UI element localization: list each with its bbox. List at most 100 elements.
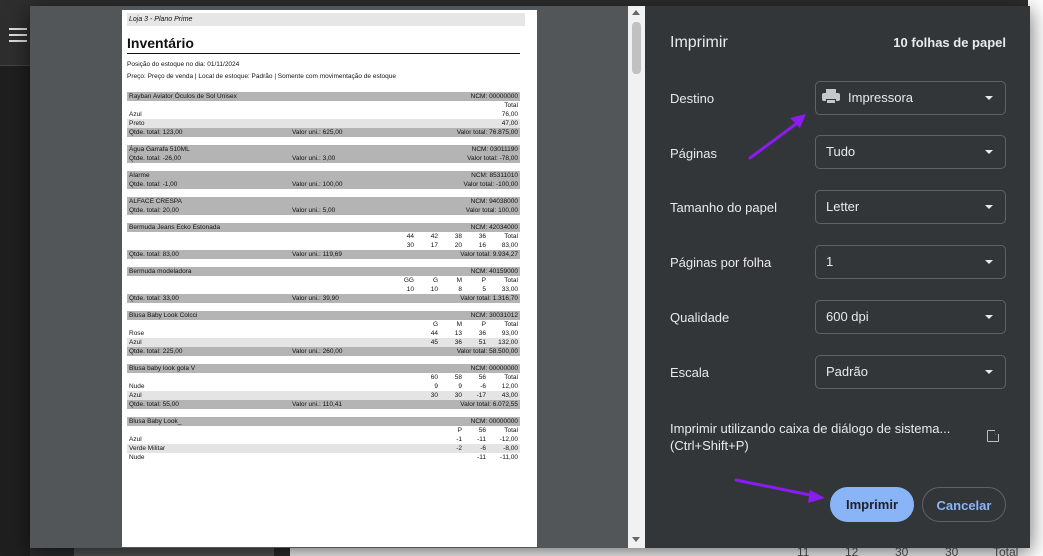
cell-value: 36: [478, 330, 486, 337]
scroll-thumb[interactable]: [632, 22, 641, 74]
row-cells: 30 30 -17 43,00: [414, 391, 518, 400]
report-title: Inventário: [127, 35, 194, 51]
inventory-item: Alarme NCM: 85311010 Qtde. total: -1,00 Val…: [127, 171, 520, 189]
cell-value: 16: [478, 242, 486, 249]
item-footer: Qtde. total: 33,00 Valor uni.: 39,90 Valor…: [127, 294, 520, 303]
total-header: Total: [504, 374, 518, 381]
value-total: Valor total: -78,00: [467, 155, 518, 162]
size-columns: Total: [486, 101, 518, 110]
inventory-item: Água Garrafa 510ML NCM: 03011190 Qtde. tot…: [127, 145, 520, 163]
unit-value: Valor uni.: 100,00: [292, 181, 343, 188]
qty-total: Qtde. total: 123,00: [129, 129, 183, 136]
cell-value: [438, 453, 462, 462]
item-footer: Qtde. total: -1,00 Valor uni.: 100,00 Valo…: [127, 180, 520, 189]
color-label: Nude: [129, 383, 145, 390]
paper-size-select[interactable]: Letter: [815, 190, 1006, 224]
row-cells: 9 9 -6 12,00: [414, 382, 518, 391]
destination-select[interactable]: Impressora: [815, 81, 1006, 115]
cell-value: 17: [430, 242, 438, 249]
size-label: G: [432, 277, 438, 284]
sheet-count: 10 folhas de papel: [893, 35, 1006, 50]
item-header: Blusa Baby Look_ NCM: 00000000: [127, 417, 520, 426]
item-footer: Qtde. total: 83,00 Valor uni.: 119,69 Valo…: [127, 250, 520, 259]
item-footer: Qtde. total: -26,00 Valor uni.: 3,00 Valor…: [127, 154, 520, 163]
item-ncm: NCM: 85311010: [471, 172, 518, 179]
size-label: 44: [406, 233, 414, 240]
color-label: Azul: [129, 436, 142, 443]
unit-value: Valor uni.: 625,00: [292, 129, 343, 136]
inventory-item: Bermuda Jeans Ecko Estonada NCM: 42034000…: [127, 223, 520, 259]
size-header-row: 60 58 56 Total: [127, 373, 520, 382]
cell-value: -11: [477, 436, 486, 443]
size-label: M: [456, 321, 462, 328]
system-dialog-link[interactable]: Imprimir utilizando caixa de diálogo de …: [670, 420, 970, 454]
size-columns: P 56 Total: [438, 426, 518, 435]
item-header: Bermuda Jeans Ecko Estonada NCM: 42034000: [127, 223, 520, 232]
row-total: 43,00: [501, 392, 518, 399]
print-preview: Loja 3 - Plano Prime Inventário Posição …: [30, 6, 645, 548]
cell-value: 10: [430, 286, 438, 293]
printer-icon: [822, 89, 840, 105]
total-header: Total: [504, 277, 518, 284]
cancel-button[interactable]: Cancelar: [922, 487, 1006, 522]
print-button[interactable]: Imprimir: [830, 487, 914, 522]
open-external-icon[interactable]: [987, 428, 1001, 442]
row-total: -11,00: [500, 454, 518, 461]
chevron-down-icon: [985, 370, 993, 374]
size-label: P: [481, 277, 486, 284]
qty-total: Qtde. total: 55,00: [129, 401, 179, 408]
row-total: 93,00: [501, 330, 518, 337]
pages-select[interactable]: Tudo: [815, 135, 1006, 169]
size-label: 38: [454, 233, 462, 240]
color-label: Preto: [129, 120, 145, 127]
item-name: ALFACE CRESPA: [129, 198, 182, 205]
row-cells: 47,00: [486, 119, 518, 128]
row-cells: -11 -11,00: [438, 453, 518, 462]
row-cells: 10 10 8 5 33,00: [390, 285, 518, 294]
item-name: Blusa Baby Look Colcci: [129, 312, 198, 319]
item-header: Rayban Aviator Óculos de Sol Unisex NCM: …: [127, 92, 520, 101]
pages-per-sheet-label: Páginas por folha: [670, 255, 772, 270]
row-cells: 76,00: [486, 110, 518, 119]
total-header: Total: [504, 102, 518, 109]
item-header: Alarme NCM: 85311010: [127, 171, 520, 180]
inventory-item: Rayban Aviator Óculos de Sol Unisex NCM: …: [127, 92, 520, 137]
pages-label: Páginas: [670, 146, 717, 161]
chevron-down-icon: [985, 315, 993, 319]
item-name: Blusa baby look gola V: [129, 365, 196, 372]
size-columns: G M P Total: [414, 320, 518, 329]
item-row: Rose 44 13 36 93,00: [127, 329, 520, 338]
size-columns: GG G M P Total: [390, 276, 518, 285]
paper-size-label: Tamanho do papel: [670, 200, 777, 215]
preview-scrollbar[interactable]: [628, 6, 645, 548]
item-row: Nude 9 9 -6 12,00: [127, 382, 520, 391]
destination-label: Destino: [670, 91, 715, 106]
size-label: 42: [430, 233, 438, 240]
qty-total: Qtde. total: -26,00: [129, 155, 182, 162]
cell-value: -17: [476, 392, 486, 399]
cell-value: -6: [480, 383, 486, 390]
color-label: Verde Militar: [129, 445, 166, 452]
qty-total: Qtde. total: -1,00: [129, 181, 178, 188]
item-row: Preto 47,00: [127, 119, 520, 128]
cell-value: -2: [456, 445, 462, 452]
cell-value: 45: [430, 339, 438, 346]
size-label: 36: [478, 233, 486, 240]
row-cells: -1 -11 -12,00: [438, 435, 518, 444]
size-header-row: 44 42 38 36 Total: [127, 232, 520, 241]
item-ncm: NCM: 42034000: [470, 224, 518, 231]
scroll-down-arrow-icon[interactable]: [632, 537, 640, 542]
quality-select[interactable]: 600 dpi: [815, 300, 1006, 334]
hamburger-menu-icon[interactable]: [9, 28, 27, 42]
row-total: 47,00: [501, 120, 518, 127]
inventory-item: ALFACE CRESPA NCM: 94038000 Qtde. total: 2…: [127, 197, 520, 215]
pages-per-sheet-select[interactable]: 1: [815, 245, 1006, 279]
cell-value: 8: [458, 286, 462, 293]
pages-value: Tudo: [826, 144, 856, 159]
scale-select[interactable]: Padrão: [815, 355, 1006, 389]
qty-total: Qtde. total: 20,00: [129, 207, 179, 214]
item-row: Verde Militar -2 -6 -8,00: [127, 444, 520, 453]
position-date: Posição do estoque no dia: 01/11/2024: [127, 61, 240, 68]
item-row: Nude -11 -11,00: [127, 453, 520, 462]
scroll-up-arrow-icon[interactable]: [632, 10, 640, 15]
